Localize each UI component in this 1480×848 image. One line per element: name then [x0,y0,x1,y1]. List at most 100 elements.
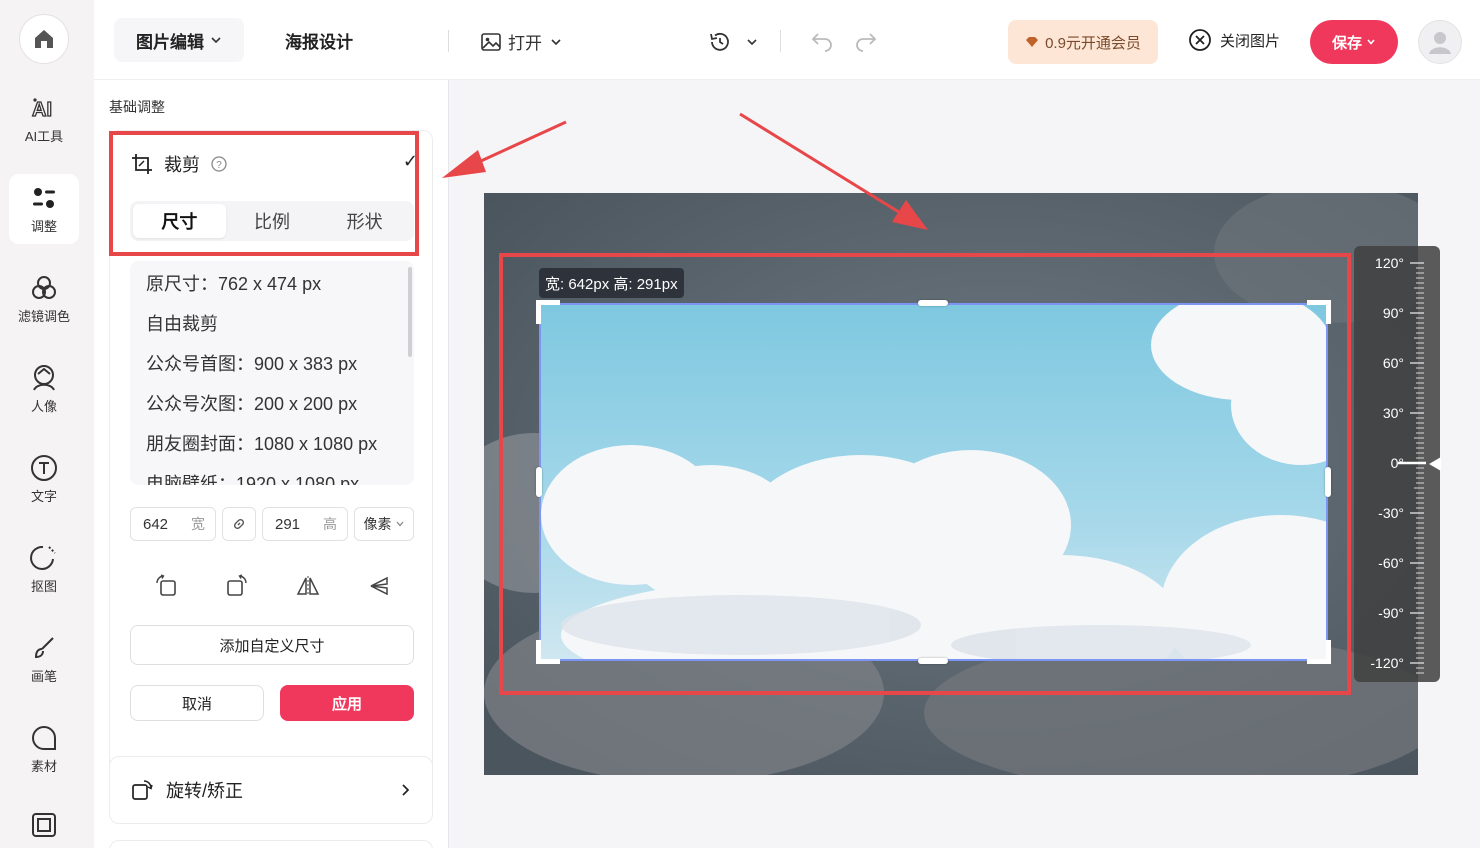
section-title: 基础调整 [109,99,165,115]
ruler-label: -90° [1378,605,1404,621]
preset-moments-cover[interactable]: 朋友圈封面：1080 x 1080 px [130,423,414,463]
tab-size[interactable]: 尺寸 [133,204,226,238]
tab-label: 海报设计 [285,32,353,52]
help-icon[interactable]: ? [210,155,228,173]
undo-button[interactable] [810,30,834,52]
top-bar: 图片编辑 海报设计 打开 0.9元开通会员 关闭图片 保存 [94,0,1480,80]
transform-tools [130,571,414,601]
unit-select[interactable]: 像素 [354,507,414,541]
divider [780,30,781,52]
width-unit: 宽 [191,516,205,532]
rail-item-cutout[interactable]: 抠图 [9,534,79,604]
rail-label: 人像 [30,399,57,414]
filter-icon [29,273,59,303]
tab-ratio[interactable]: 比例 [226,204,319,238]
rail-item-ai-tools[interactable]: AI AI工具 [9,84,79,154]
rail-item-filter[interactable]: 滤镜调色 [9,264,79,334]
preset-wechat-cover[interactable]: 公众号首图：900 x 383 px [130,343,414,383]
crop-handle-top[interactable] [918,300,948,306]
vip-button[interactable]: 0.9元开通会员 [1008,20,1158,64]
close-image-label: 关闭图片 [1220,32,1281,50]
rail-label: 素材 [30,759,57,774]
crop-corner-bottom-right[interactable] [1307,640,1331,664]
ruler-label: 90° [1382,305,1404,321]
home-icon [35,30,53,48]
user-icon [1429,32,1451,54]
ruler-label: 0° [1390,455,1404,471]
confirm-check-icon[interactable]: ✓ [403,151,418,172]
ruler-label: -60° [1378,555,1404,571]
scrollbar[interactable] [408,267,412,357]
rail-item-frame[interactable] [9,796,79,848]
crop-selection[interactable] [539,303,1328,661]
preset-desktop-wallpaper[interactable]: 电脑壁纸：1920 x 1080 px [130,463,414,485]
flip-horizontal-icon [296,576,319,596]
rotate-left-button[interactable] [151,571,181,601]
close-image-button[interactable]: 关闭图片 [1188,28,1280,52]
rail-label: 文字 [30,489,57,504]
preset-wechat-secondary[interactable]: 公众号次图：200 x 200 px [130,383,414,423]
frame-icon [29,810,59,840]
cutout-icon [29,543,59,573]
ruler-label: -120° [1370,655,1404,671]
chevron-down-icon [1367,39,1375,45]
redo-button[interactable] [854,30,878,52]
chevron-right-icon [402,784,410,796]
height-field[interactable]: 291 高 [262,507,348,541]
height-unit: 高 [323,516,337,532]
redo-icon [856,33,877,52]
open-label: 打开 [508,34,542,53]
rail-item-material[interactable]: 素材 [9,714,79,784]
crop-title: 裁剪 [164,155,200,175]
apply-button[interactable]: 应用 [280,685,414,721]
crop-corner-top-left[interactable] [536,300,560,324]
rotate-left-icon [155,574,176,596]
ruler-label: 120° [1375,255,1404,271]
rail-label: AI工具 [24,129,64,144]
rail-item-adjust[interactable]: 调整 [9,174,79,244]
crop-corner-bottom-left[interactable] [536,640,560,664]
crop-handle-bottom[interactable] [918,658,948,664]
rotate-correct-section[interactable]: 旋转/矫正 [109,756,433,824]
flip-horizontal-button[interactable] [293,571,323,601]
flip-vertical-button[interactable] [364,571,394,601]
tab-label: 图片编辑 [136,32,204,52]
crop-corner-top-right[interactable] [1307,300,1331,324]
history-button[interactable] [708,30,758,54]
avatar[interactable] [1418,20,1462,64]
home-logo[interactable] [19,14,69,64]
width-field[interactable]: 642 宽 [130,507,216,541]
portrait-icon [29,363,59,393]
svg-text:AI: AI [32,99,52,121]
dimension-tooltip: 宽: 642px 高: 291px [539,268,684,298]
crop-handle-right[interactable] [1325,467,1331,497]
size-inputs: 642 宽 291 高 像素 [130,507,414,541]
crop-handle-left[interactable] [536,467,542,497]
adjust-icon [29,183,59,213]
rotation-ruler[interactable]: 120° 90° 60° 30° 0° -30° -60° -90° -120° [1354,246,1440,682]
crop-header[interactable]: 裁剪 ? [130,151,228,177]
ruler-label: 60° [1382,355,1404,371]
lock-ratio-button[interactable] [222,507,256,541]
rail-label: 抠图 [30,579,57,594]
preset-original[interactable]: 原尺寸：762 x 474 px [130,263,414,303]
chevron-down-icon [551,38,561,45]
tab-image-edit[interactable]: 图片编辑 [114,18,244,62]
open-button[interactable]: 打开 [480,29,562,54]
rail-item-text[interactable]: 文字 [9,444,79,514]
tab-shape[interactable]: 形状 [318,204,411,238]
undo-icon [811,33,832,52]
divider [448,30,449,52]
ruler-pointer-icon[interactable] [1429,457,1441,471]
rail-item-brush[interactable]: 画笔 [9,624,79,694]
add-custom-size-button[interactable]: 添加自定义尺寸 [130,625,414,665]
crop-mode-tabs: 尺寸 比例 形状 [130,201,414,241]
flip-vertical-icon [370,576,388,596]
tab-poster-design[interactable]: 海报设计 [264,18,374,62]
preset-free[interactable]: 自由裁剪 [130,303,414,343]
save-button[interactable]: 保存 [1310,20,1398,64]
rotate-right-icon [226,574,247,596]
cancel-button[interactable]: 取消 [130,685,264,721]
rotate-right-button[interactable] [222,571,252,601]
rail-item-portrait[interactable]: 人像 [9,354,79,424]
